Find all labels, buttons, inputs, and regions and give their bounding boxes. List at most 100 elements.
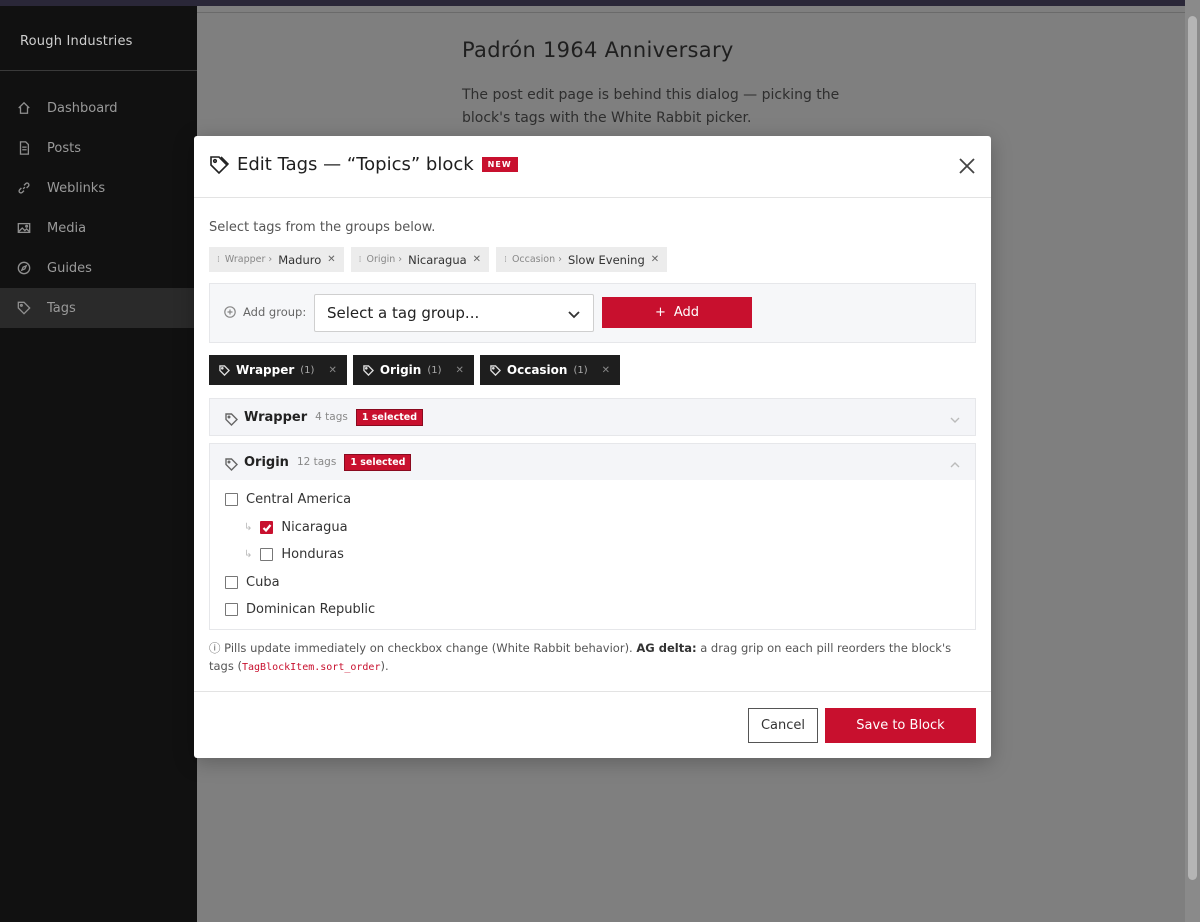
tag-option-nicaragua[interactable]: ↳ Nicaragua (244, 520, 348, 535)
sidebar-item-label: Media (47, 220, 87, 236)
accordion-origin: Origin 12 tags 1 selected Central Americ… (209, 443, 976, 630)
brand-name: Rough Industries (20, 34, 133, 49)
checkbox[interactable] (225, 576, 238, 589)
tag-option-label: Nicaragua (281, 520, 348, 535)
sidebar-item-dashboard[interactable]: Dashboard (0, 88, 197, 128)
remove-pill-icon[interactable]: ✕ (651, 254, 659, 265)
add-group-button[interactable]: + Add (602, 297, 752, 328)
image-icon (16, 220, 32, 236)
tag-option-dominican-republic[interactable]: Dominican Republic (225, 602, 375, 617)
home-icon (16, 100, 32, 116)
sidebar-nav: Dashboard Posts Weblinks Media Guides Ta… (0, 88, 197, 328)
save-to-block-button[interactable]: Save to Block (825, 708, 976, 743)
checkbox[interactable] (225, 603, 238, 616)
drag-grip-icon[interactable]: ⁞ (217, 255, 220, 265)
drag-grip-icon[interactable]: ⁞ (359, 255, 362, 265)
link-icon (16, 180, 32, 196)
note-code: TagBlockItem.sort_order (242, 662, 381, 673)
chip-count: (1) (427, 364, 442, 376)
sidebar-item-label: Guides (47, 260, 92, 276)
cancel-button[interactable]: Cancel (748, 708, 818, 743)
close-icon (959, 158, 975, 174)
sidebar-item-label: Weblinks (47, 180, 106, 196)
tag-pill[interactable]: ⁞ Occasion › Slow Evening ✕ (496, 247, 668, 272)
remove-group-icon[interactable]: ✕ (456, 365, 464, 376)
dialog-title-text: Edit Tags — “Topics” block (237, 154, 474, 175)
sidebar-item-posts[interactable]: Posts (0, 128, 197, 168)
pill-group: Origin › (366, 254, 403, 265)
tag-icon (16, 300, 32, 316)
checkbox[interactable] (225, 493, 238, 506)
dialog-header: Edit Tags — “Topics” block NEW (194, 136, 991, 198)
sidebar-item-label: Posts (47, 140, 81, 156)
sidebar-item-label: Tags (47, 300, 76, 316)
sidebar-item-tags[interactable]: Tags (0, 288, 197, 328)
sidebar-item-label: Dashboard (47, 100, 118, 116)
selected-badge: 1 selected (355, 408, 423, 426)
tag-option-central-america[interactable]: Central America (225, 492, 351, 507)
selected-badge: 1 selected (344, 453, 412, 471)
remove-pill-icon[interactable]: ✕ (327, 254, 335, 265)
new-badge: NEW (481, 157, 518, 172)
tag-group-select-value: Select a tag group... (327, 304, 480, 322)
tag-group-select[interactable]: Select a tag group... (314, 294, 594, 332)
chip-count: (1) (300, 364, 315, 376)
note-bold: AG delta: (636, 641, 697, 655)
info-icon: ⓘ (209, 641, 221, 655)
remove-group-icon[interactable]: ✕ (602, 365, 610, 376)
chip-name: Origin (379, 363, 422, 377)
group-chip-wrapper[interactable]: Wrapper (1) ✕ (209, 355, 347, 385)
sidebar: Rough Industries Dashboard Posts Weblink… (0, 0, 197, 922)
document-icon (16, 140, 32, 156)
instructions: Select tags from the groups below. (209, 220, 436, 235)
tag-icon (219, 364, 231, 376)
sidebar-item-weblinks[interactable]: Weblinks (0, 168, 197, 208)
chip-count: (1) (573, 364, 588, 376)
tag-pill[interactable]: ⁞ Origin › Nicaragua ✕ (350, 247, 490, 272)
tag-icon (209, 155, 230, 175)
chevron-down-icon (567, 307, 581, 321)
remove-group-icon[interactable]: ✕ (328, 365, 336, 376)
group-chips: Wrapper (1) ✕ Origin (1) ✕ Occasion (1) … (209, 355, 626, 385)
remove-pill-icon[interactable]: ✕ (473, 254, 481, 265)
tag-option-label: Dominican Republic (246, 602, 376, 617)
add-group-label-text: Add group: (243, 305, 307, 319)
tag-option-label: Honduras (281, 547, 344, 562)
checkbox[interactable] (260, 521, 274, 534)
pill-value: Maduro (278, 252, 322, 267)
pill-group: Occasion › (511, 254, 562, 265)
chip-name: Wrapper (236, 363, 295, 377)
compass-icon (16, 260, 32, 276)
top-bar (0, 0, 1200, 6)
behavior-note: ⓘ Pills update immediately on checkbox c… (209, 639, 979, 677)
post-title: Padrón 1964 Anniversary (462, 38, 734, 62)
tag-icon (225, 411, 238, 426)
tag-pill[interactable]: ⁞ Wrapper › Maduro ✕ (209, 247, 344, 272)
scrollbar-thumb[interactable] (1188, 16, 1197, 880)
tag-option-label: Cuba (246, 575, 280, 590)
checkbox[interactable] (260, 548, 274, 561)
group-name: Origin (244, 454, 289, 470)
add-group-panel: Add group: Select a tag group... + Add (209, 283, 976, 343)
brand-divider (0, 70, 197, 71)
child-arrow-icon: ↳ (244, 549, 253, 560)
child-arrow-icon: ↳ (244, 522, 253, 533)
group-tag-count: 4 tags (315, 411, 348, 423)
selected-pills: ⁞ Wrapper › Maduro ✕ ⁞ Origin › Nicaragu… (209, 247, 674, 272)
sidebar-item-media[interactable]: Media (0, 208, 197, 248)
drag-grip-icon[interactable]: ⁞ (504, 255, 507, 265)
group-chip-origin[interactable]: Origin (1) ✕ (352, 355, 474, 385)
group-chip-occasion[interactable]: Occasion (1) ✕ (479, 355, 621, 385)
plus-circle-icon (224, 306, 236, 318)
tag-option-honduras[interactable]: ↳ Honduras (244, 547, 344, 562)
pill-value: Nicaragua (408, 252, 467, 267)
accordion-header-origin[interactable]: Origin 12 tags 1 selected (210, 444, 975, 480)
accordion-header-wrapper[interactable]: Wrapper 4 tags 1 selected (210, 399, 975, 435)
sidebar-item-guides[interactable]: Guides (0, 248, 197, 288)
edit-tags-dialog: Edit Tags — “Topics” block NEW Select ta… (194, 136, 991, 758)
close-button[interactable] (957, 156, 977, 176)
chip-name: Occasion (506, 363, 568, 377)
group-tag-count: 12 tags (296, 456, 337, 468)
tag-option-cuba[interactable]: Cuba (225, 575, 280, 590)
chevron-down-icon (949, 411, 961, 423)
